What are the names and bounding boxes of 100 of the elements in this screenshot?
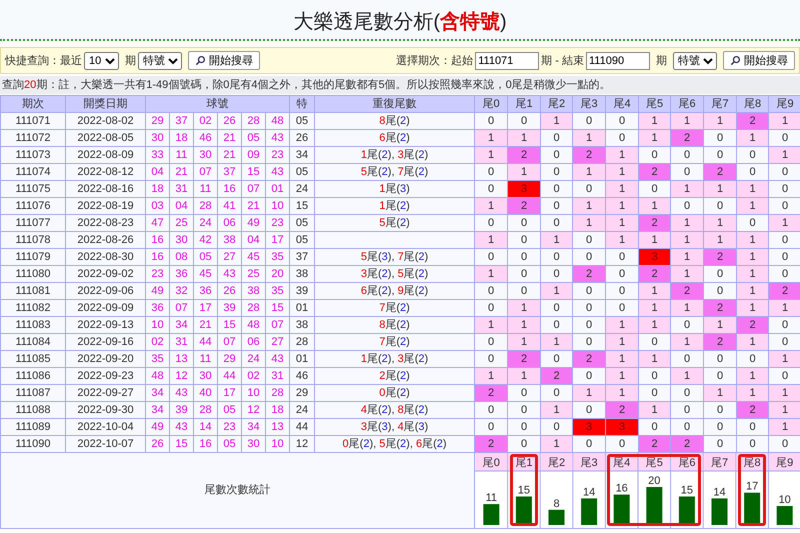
table-cell: 0: [670, 418, 704, 436]
table-cell: 35: [266, 282, 290, 300]
table-cell: 1: [704, 232, 737, 248]
table-cell: 23: [146, 266, 170, 282]
table-cell: 0: [606, 282, 639, 300]
table-cell: 0: [704, 402, 737, 418]
table-cell: 111076: [0, 198, 66, 214]
table-cell: 1: [670, 368, 704, 384]
table-cell: 18: [266, 402, 290, 418]
table-cell: 26: [290, 130, 315, 146]
table-cell: 0: [572, 300, 606, 316]
table-cell: 23: [266, 146, 290, 164]
table-cell: 2022-10-04: [66, 418, 146, 436]
column-header: 尾3: [572, 96, 606, 112]
table-cell: 27: [218, 248, 242, 266]
x-tick-label: 尾7: [710, 457, 728, 469]
table-cell: 15: [170, 436, 194, 452]
table-cell: 0: [572, 368, 606, 384]
table-cell: 38: [242, 282, 266, 300]
table-cell: 0: [474, 402, 508, 418]
x-tick-label: 尾4: [613, 457, 630, 469]
dropdown[interactable]: 10: [84, 52, 119, 70]
table-cell: 1: [638, 300, 671, 316]
search-button[interactable]: 開始搜尋: [723, 51, 795, 70]
table-cell: 0: [606, 436, 639, 452]
table-cell: 2: [670, 130, 704, 146]
table-cell: 1尾(2), 3尾(2): [360, 352, 428, 364]
table-cell: 0: [572, 112, 606, 130]
table-cell: 0: [508, 232, 541, 248]
end-field[interactable]: 111090: [586, 52, 650, 70]
table-cell: 28: [194, 402, 218, 418]
range-label: 期 - 結束: [541, 54, 584, 68]
table-cell: 10: [266, 198, 290, 214]
table-cell: 1: [670, 180, 704, 198]
table-cell: 30: [146, 130, 170, 146]
table-cell: 0: [474, 334, 508, 350]
table-cell: 05: [290, 214, 315, 232]
table-cell: 10: [266, 436, 290, 452]
table-cell: 0: [704, 198, 737, 214]
table-cell: 0: [736, 214, 769, 232]
table-cell: 4尾(2), 8尾(2): [360, 404, 428, 416]
table-cell: 29: [146, 112, 170, 130]
table-cell: 06: [242, 334, 266, 350]
table-cell: 28: [266, 384, 290, 402]
table-cell: 12: [170, 368, 194, 384]
table-cell: 2: [704, 334, 737, 350]
table-cell: 14: [194, 418, 218, 436]
table-cell: 1: [638, 130, 671, 146]
bar: [712, 498, 728, 525]
table-cell: 18: [146, 180, 170, 198]
table-cell: 0: [572, 334, 606, 350]
axis-label: 尾0: [476, 454, 508, 470]
table-cell: 1: [508, 334, 541, 350]
table-cell: 28: [242, 300, 266, 316]
search-button[interactable]: 開始搜尋: [188, 51, 260, 70]
table-cell: 44: [218, 368, 242, 384]
x-tick-label: 尾5: [646, 457, 663, 469]
table-cell: 0: [768, 266, 800, 282]
table-cell: 2022-08-02: [66, 112, 146, 130]
table-cell: 0: [638, 180, 671, 198]
table-cell: 1: [704, 180, 737, 198]
table-cell: 43: [266, 130, 290, 146]
table-cell: 0: [474, 300, 508, 316]
table-cell: 0: [768, 248, 800, 266]
table-cell: 02: [194, 112, 218, 130]
dropdown[interactable]: 特號: [673, 52, 717, 70]
table-cell: 0: [508, 214, 541, 232]
search-icon: [195, 55, 206, 66]
table-cell: 1: [736, 232, 769, 248]
table-cell: 1: [736, 300, 769, 316]
table-cell: 2: [704, 248, 737, 266]
table-cell: 12: [242, 402, 266, 418]
table-cell: 111075: [0, 180, 66, 198]
table-cell: 0: [474, 164, 508, 180]
table-cell: 09: [242, 146, 266, 164]
table-cell: 2022-08-12: [66, 164, 146, 180]
table-cell: 2022-09-13: [66, 316, 146, 334]
table-cell: 1: [474, 266, 508, 282]
table-cell: 0: [572, 316, 606, 334]
table-cell: 8尾(2): [379, 114, 410, 126]
table-cell: 1: [606, 198, 639, 214]
table-cell: 0: [572, 282, 606, 300]
table-cell: 04: [170, 198, 194, 214]
bar: [548, 510, 565, 525]
page-title: 大樂透尾數分析(含特號): [293, 10, 507, 35]
table-cell: 38: [290, 266, 315, 282]
table-cell: 1: [508, 130, 541, 146]
table-cell: 0: [474, 180, 508, 198]
dropdown[interactable]: 特號: [138, 52, 182, 70]
start-field[interactable]: 111071: [475, 52, 540, 70]
table-cell: 05: [218, 436, 242, 452]
table-cell: 2022-09-06: [66, 282, 146, 300]
table-cell: 38: [218, 232, 242, 248]
table-cell: 2: [736, 112, 769, 130]
table-cell: 0: [540, 180, 573, 198]
table-cell: 1: [736, 282, 769, 300]
table-cell: 06: [218, 214, 242, 232]
table-cell: 7尾(2): [379, 302, 410, 314]
table-cell: 2: [638, 266, 671, 282]
bar: [581, 498, 598, 525]
